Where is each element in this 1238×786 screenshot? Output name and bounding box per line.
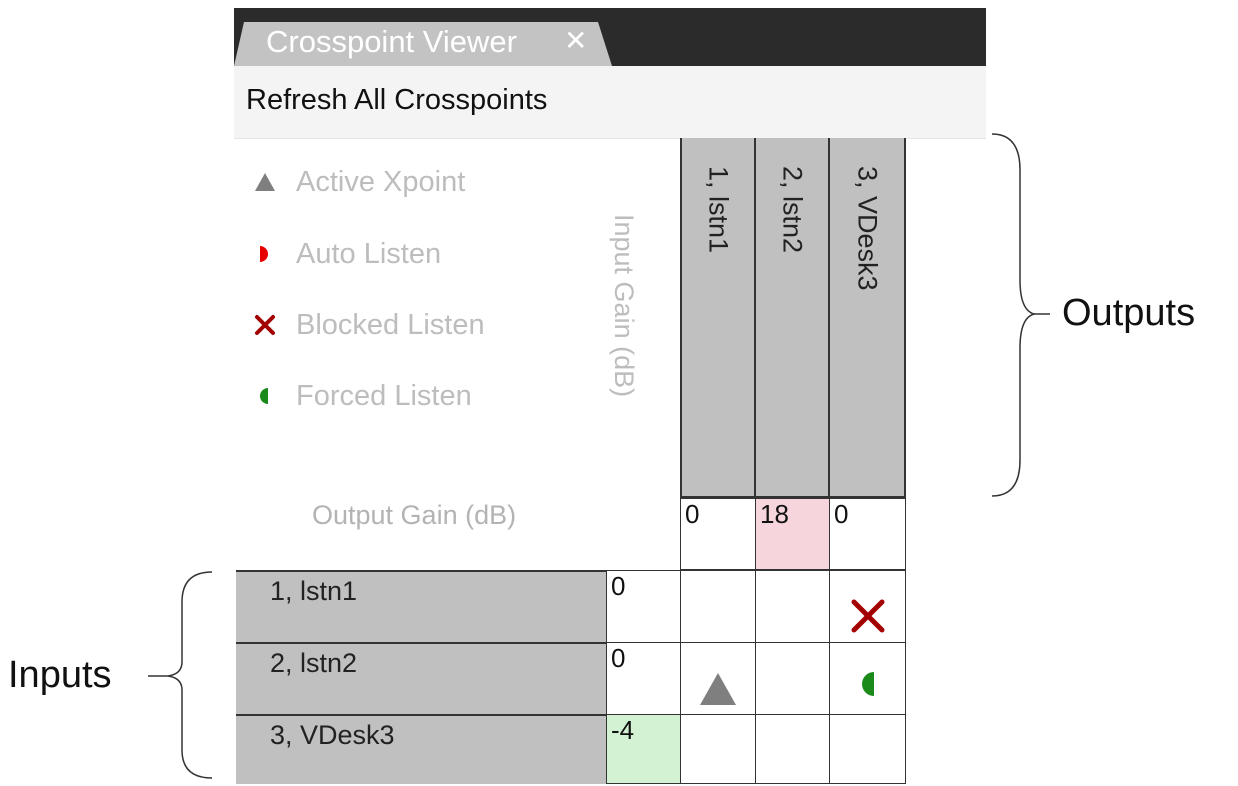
input-gain-field[interactable]: 0 (606, 570, 681, 643)
output-gain-field[interactable]: 18 (755, 498, 830, 570)
input-name: 1, lstn1 (270, 576, 358, 606)
input-row-header[interactable]: 1, lstn1 (236, 570, 606, 642)
output-gain-field[interactable]: 0 (680, 498, 756, 570)
forced-listen-icon (856, 670, 880, 702)
input-name: 3, VDesk3 (270, 720, 395, 750)
input-name: 2, lstn2 (270, 648, 358, 678)
outputs-brace (991, 133, 1050, 497)
crosspoint-cell[interactable] (755, 642, 830, 715)
legend-label: Active Xpoint (296, 165, 466, 198)
output-header-1[interactable]: 1, lstn1 (680, 138, 756, 498)
close-icon[interactable]: ✕ (564, 24, 587, 57)
crosspoint-cell[interactable] (755, 570, 830, 643)
crosspoint-cell[interactable] (680, 642, 756, 715)
input-gain-field[interactable]: 0 (606, 642, 681, 715)
half-circle-right-icon (254, 244, 288, 264)
crosspoint-cell[interactable] (755, 714, 830, 784)
output-header-3[interactable]: 3, VDesk3 (828, 138, 906, 498)
input-row-header[interactable]: 2, lstn2 (236, 642, 606, 714)
input-gain-label: Input Gain (dB) (609, 214, 639, 398)
crosspoint-cell[interactable] (680, 714, 756, 784)
output-name: 1, lstn1 (703, 166, 734, 254)
legend-label: Auto Listen (296, 237, 442, 270)
triangle-icon (254, 172, 288, 192)
output-gain-field[interactable]: 0 (829, 498, 906, 570)
blocked-x-icon (849, 597, 887, 639)
legend-item-forced-listen: Forced Listen (254, 376, 472, 416)
crosspoint-cell[interactable] (829, 642, 906, 715)
legend-item-blocked-listen: Blocked Listen (254, 305, 485, 345)
output-header-2[interactable]: 2, lstn2 (754, 138, 830, 498)
output-gain-label: Output Gain (dB) (312, 500, 517, 530)
inputs-brace (148, 571, 213, 779)
legend-item-active: Active Xpoint (254, 162, 465, 202)
output-name: 3, VDesk3 (852, 166, 883, 291)
outputs-annotation: Outputs (1062, 292, 1196, 334)
legend-item-auto-listen: Auto Listen (254, 234, 441, 274)
blocked-x-icon (254, 314, 288, 336)
tab-crosspoint-viewer[interactable]: Crosspoint Viewer ✕ (234, 22, 612, 66)
crosspoint-cell[interactable] (829, 714, 906, 784)
legend-label: Blocked Listen (296, 308, 485, 341)
input-gain-field[interactable]: -4 (606, 714, 681, 784)
input-row-header[interactable]: 3, VDesk3 (236, 714, 606, 784)
tab-title: Crosspoint Viewer (266, 24, 517, 59)
legend-label: Forced Listen (296, 379, 472, 412)
tab-bar: Crosspoint Viewer ✕ (234, 8, 986, 66)
crosspoint-cell[interactable] (829, 570, 906, 643)
half-circle-left-icon (254, 386, 288, 406)
crosspoint-cell[interactable] (680, 570, 756, 643)
output-name: 2, lstn2 (777, 166, 808, 254)
refresh-all-crosspoints-button[interactable]: Refresh All Crosspoints (246, 84, 547, 117)
active-triangle-icon (698, 671, 738, 711)
inputs-annotation: Inputs (8, 654, 112, 696)
toolbar: Refresh All Crosspoints (234, 66, 986, 139)
